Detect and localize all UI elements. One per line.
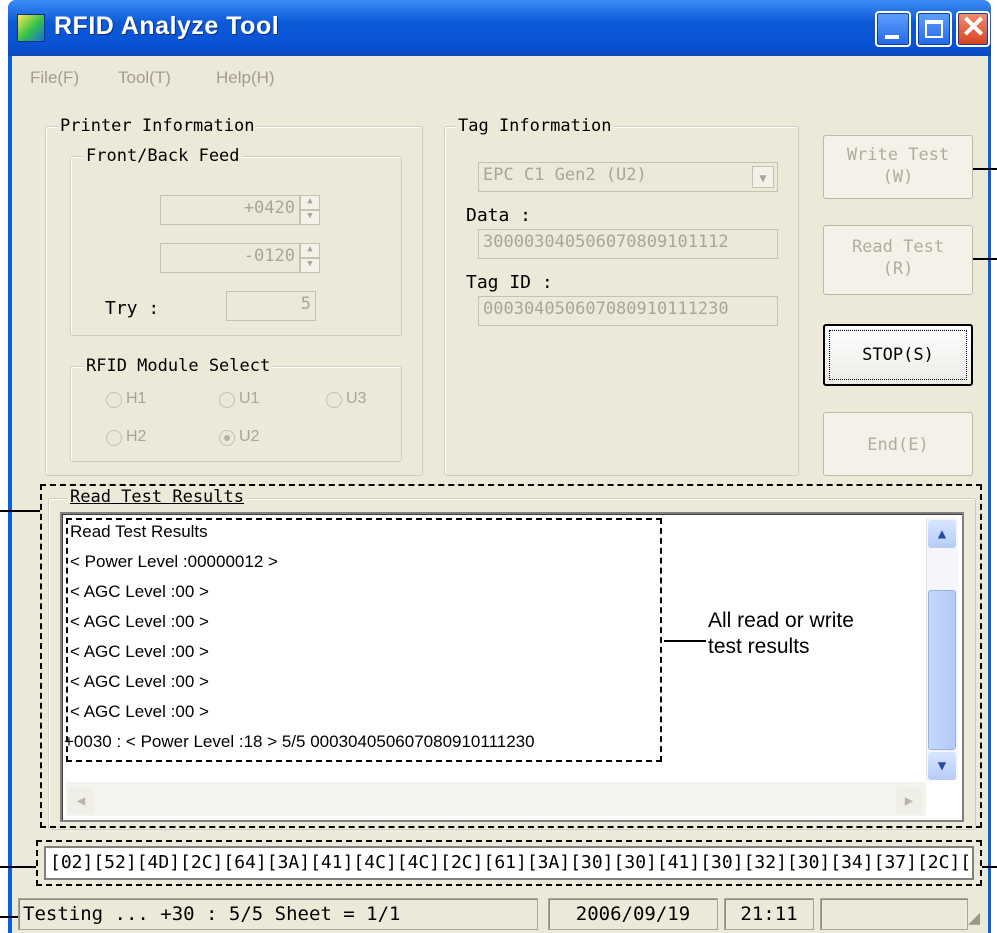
resize-grip-icon[interactable]: ◢: [968, 905, 980, 929]
leader-results: [0, 510, 40, 512]
tag-info-label: Tag Information: [456, 116, 614, 136]
radio-h1[interactable]: [106, 392, 122, 408]
back-feed-down[interactable]: ▼: [300, 258, 320, 273]
end-button[interactable]: End(E): [823, 412, 973, 476]
app-icon: [17, 14, 45, 42]
stop-button[interactable]: STOP(S): [823, 324, 973, 386]
close-icon: ✕: [961, 11, 987, 44]
radio-u2[interactable]: [219, 430, 235, 446]
front-feed-down[interactable]: ▼: [300, 210, 320, 225]
window-title: RFID Analyze Tool: [54, 12, 280, 40]
minimize-icon: [885, 35, 899, 39]
front-feed-up[interactable]: ▲: [300, 195, 320, 210]
radio-u1[interactable]: [219, 392, 235, 408]
back-feed-input[interactable]: -0120: [160, 243, 300, 273]
close-button[interactable]: ✕: [956, 11, 990, 47]
results-text-callout-box: [66, 518, 662, 762]
tagid-input[interactable]: 000304050607080910111230: [478, 296, 778, 326]
leader-read: [973, 258, 997, 260]
stop-label: STOP(S): [862, 345, 934, 365]
radio-h2[interactable]: [106, 430, 122, 446]
callout-text: All read or write test results: [708, 609, 854, 658]
radio-u1-label: U1: [239, 390, 260, 407]
leader-command-right: [982, 866, 997, 868]
status-text: Testing ... +30 : 5/5 Sheet = 1/1: [18, 898, 538, 930]
module-group: [70, 366, 402, 462]
tagid-label: Tag ID :: [466, 272, 553, 293]
data-label: Data :: [466, 205, 532, 226]
leader-command: [0, 866, 36, 868]
feed-label: Front/Back Feed: [84, 146, 242, 166]
radio-u3-label: U3: [346, 390, 367, 407]
leader-write: [973, 168, 997, 170]
menu-help[interactable]: Help(H): [216, 68, 275, 88]
radio-u2-label: U2: [239, 428, 260, 445]
callout-leader: [664, 640, 706, 642]
radio-u3[interactable]: [326, 392, 342, 408]
write-test-button[interactable]: Write Test (W): [823, 135, 973, 199]
menu-file[interactable]: File(F): [30, 68, 79, 88]
radio-h2-label: H2: [126, 428, 147, 445]
module-label: RFID Module Select: [84, 356, 273, 376]
try-label: Try :: [105, 298, 160, 319]
status-time: 21:11: [724, 898, 814, 930]
minimize-button[interactable]: [875, 11, 911, 47]
front-feed-input[interactable]: +0420: [160, 195, 300, 225]
data-input[interactable]: 300003040506070809101112: [478, 229, 778, 259]
printer-info-label: Printer Information: [58, 116, 257, 136]
leader-status: [0, 916, 18, 918]
status-date: 2006/09/19: [548, 898, 718, 930]
read-test-button[interactable]: Read Test (R): [823, 225, 973, 295]
maximize-button[interactable]: [916, 11, 952, 47]
try-input[interactable]: 5: [226, 291, 316, 321]
tag-type-select[interactable]: EPC C1 Gen2 (U2): [478, 162, 778, 192]
menu-tool[interactable]: Tool(T): [118, 68, 171, 88]
chevron-down-icon[interactable]: ▼: [752, 166, 774, 188]
radio-h1-label: H1: [126, 390, 147, 407]
back-feed-up[interactable]: ▲: [300, 243, 320, 258]
maximize-icon: [925, 20, 943, 38]
command-callout-box: [36, 840, 982, 886]
status-extra: [820, 898, 968, 930]
